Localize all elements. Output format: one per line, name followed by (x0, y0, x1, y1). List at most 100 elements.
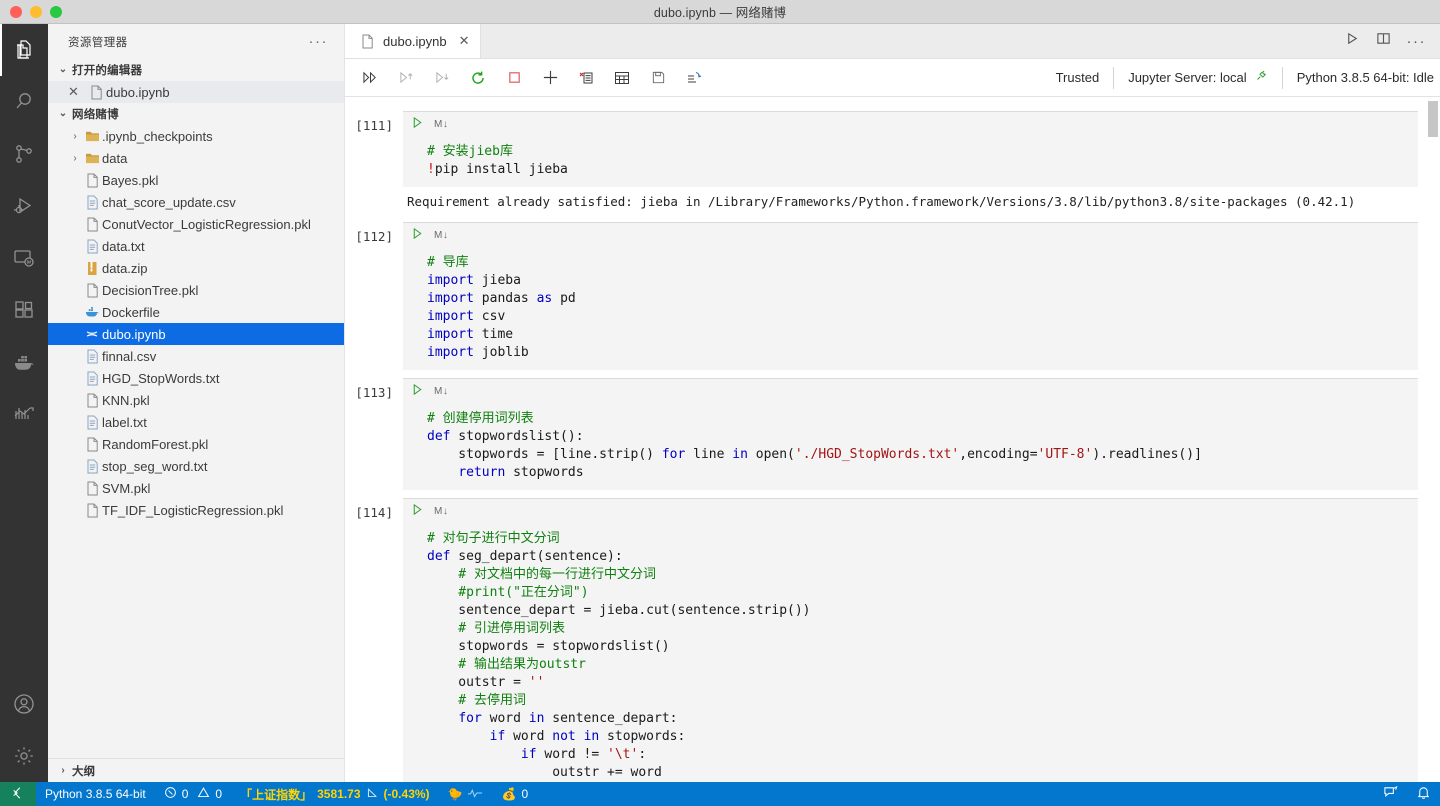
activity-item-run-debug[interactable] (0, 180, 48, 232)
sidebar-more-actions-icon[interactable]: ··· (309, 34, 337, 49)
tree-item[interactable]: RandomForest.pkl (48, 433, 344, 455)
clear-outputs-button[interactable] (575, 67, 597, 89)
tree-item[interactable]: KNN.pkl (48, 389, 344, 411)
zoom-window-button[interactable] (50, 6, 62, 18)
status-python-interpreter[interactable]: Python 3.8.5 64-bit (36, 782, 155, 806)
tree-item[interactable]: ›.ipynb_checkpoints (48, 125, 344, 147)
run-all-button[interactable] (359, 67, 381, 89)
tree-item[interactable]: SVM.pkl (48, 477, 344, 499)
open-editor-item[interactable]: ✕ dubo.ipynb (48, 81, 344, 103)
run-cell-button[interactable] (411, 116, 424, 134)
add-cell-button[interactable] (539, 67, 561, 89)
tree-item[interactable]: data.zip (48, 257, 344, 279)
activity-item-stocks[interactable] (0, 388, 48, 440)
tree-item[interactable]: ConutVector_LogisticRegression.pkl (48, 213, 344, 235)
tree-item[interactable]: chat_score_update.csv (48, 191, 344, 213)
run-debug-icon (12, 194, 36, 218)
close-icon[interactable]: ✕ (68, 84, 86, 100)
run-icon[interactable] (1345, 31, 1360, 51)
cell-code-editor[interactable]: # 对句子进行中文分词 def seg_depart(sentence): # … (403, 524, 1418, 782)
more-actions-icon[interactable]: ··· (1407, 34, 1427, 49)
tree-item[interactable]: data.txt (48, 235, 344, 257)
notebook-cell[interactable]: [114] M↓ # 对句子进行中文分词 def seg_depart(senten… (345, 498, 1440, 782)
tree-item[interactable]: DecisionTree.pkl (48, 279, 344, 301)
close-icon[interactable]: ✕ (459, 33, 470, 49)
bell-icon (1416, 785, 1431, 803)
variables-button[interactable] (611, 67, 633, 89)
cell-code-editor[interactable]: # 安装jieb库 !pip install jieba (403, 137, 1418, 187)
status-stock-ticker[interactable]: 「上证指数」 3581.73 (-0.43%) (231, 782, 438, 806)
split-editor-icon[interactable] (1376, 31, 1391, 51)
minimize-window-button[interactable] (30, 6, 42, 18)
save-notebook-button[interactable] (647, 67, 669, 89)
section-workspace-folder[interactable]: ⌄ 网络赌博 (48, 103, 344, 125)
activity-item-settings[interactable] (0, 730, 48, 782)
activity-bar (0, 24, 48, 782)
warning-triangle-icon (197, 786, 210, 802)
activity-item-docker[interactable] (0, 336, 48, 388)
window-title: dubo.ipynb — 网络赌博 (0, 2, 1440, 21)
run-cell-button[interactable] (411, 383, 424, 401)
notebook-scrollbar-thumb[interactable] (1428, 101, 1438, 137)
notebook-scrollbar[interactable] (1426, 97, 1440, 782)
cell-language-badge[interactable]: M↓ (434, 119, 448, 130)
jupyter-server-status[interactable]: Jupyter Server: local (1114, 67, 1283, 89)
cell-language-badge[interactable]: M↓ (434, 386, 448, 397)
remote-window-icon (11, 786, 25, 803)
section-outline[interactable]: › 大纲 (48, 758, 344, 782)
tree-item[interactable]: dubo.ipynb (48, 323, 344, 345)
interrupt-kernel-button[interactable] (503, 67, 525, 89)
cell-language-badge[interactable]: M↓ (434, 230, 448, 241)
status-money-counter[interactable]: 💰 0 (492, 782, 537, 806)
status-bar: Python 3.8.5 64-bit 0 0 「上证指数」 3581.73 (… (0, 782, 1440, 806)
status-notifications[interactable] (1407, 782, 1440, 806)
remote-window-indicator[interactable] (0, 782, 36, 806)
run-below-button[interactable] (431, 67, 453, 89)
tree-item[interactable]: Dockerfile (48, 301, 344, 323)
window-controls[interactable] (0, 6, 62, 18)
activity-item-source-control[interactable] (0, 128, 48, 180)
trusted-label: Trusted (1056, 70, 1100, 85)
section-open-editors[interactable]: ⌄ 打开的编辑器 (48, 59, 344, 81)
notebook-cell[interactable]: [112]M↓# 导库 import jieba import pandas a… (345, 222, 1440, 370)
cell-execution-count: [114] (345, 498, 403, 782)
run-cell-button[interactable] (411, 503, 424, 521)
chick-icon: 🐤 (448, 787, 463, 801)
status-feedback[interactable] (1374, 782, 1407, 806)
tree-item[interactable]: stop_seg_word.txt (48, 455, 344, 477)
run-cell-button[interactable] (411, 227, 424, 245)
cell-code-editor[interactable]: # 导库 import jieba import pandas as pd im… (403, 248, 1418, 370)
trusted-status[interactable]: Trusted (1042, 67, 1115, 89)
cell-code-editor[interactable]: # 创建停用词列表 def stopwordslist(): stopwords… (403, 404, 1418, 490)
tab-label: dubo.ipynb (383, 34, 447, 49)
tree-item[interactable]: finnal.csv (48, 345, 344, 367)
notebook-canvas[interactable]: [111]M↓# 安装jieb库 !pip install jiebaRequi… (345, 97, 1440, 782)
status-chick-widget[interactable]: 🐤 (439, 782, 493, 806)
status-problems[interactable]: 0 0 (155, 782, 231, 806)
export-notebook-button[interactable] (683, 67, 705, 89)
notebook-cell[interactable]: [111]M↓# 安装jieb库 !pip install jiebaRequi… (345, 111, 1440, 214)
chevron-right-icon[interactable]: › (68, 131, 82, 142)
tree-item[interactable]: label.txt (48, 411, 344, 433)
tree-item[interactable]: TF_IDF_LogisticRegression.pkl (48, 499, 344, 521)
restart-kernel-button[interactable] (467, 67, 489, 89)
tree-item[interactable]: Bayes.pkl (48, 169, 344, 191)
activity-item-extensions[interactable] (0, 284, 48, 336)
tree-item[interactable]: ›data (48, 147, 344, 169)
run-above-button[interactable] (395, 67, 417, 89)
text-file-icon (82, 371, 102, 386)
activity-item-remote-explorer[interactable] (0, 232, 48, 284)
tree-item-label: DecisionTree.pkl (102, 283, 198, 298)
chevron-right-icon[interactable]: › (68, 153, 82, 164)
cell-language-badge[interactable]: M↓ (434, 506, 448, 517)
activity-item-accounts[interactable] (0, 678, 48, 730)
tab-dubo-ipynb[interactable]: dubo.ipynb ✕ (345, 24, 481, 58)
activity-item-explorer[interactable] (0, 24, 48, 76)
notebook-cell[interactable]: [113]M↓# 创建停用词列表 def stopwordslist(): st… (345, 378, 1440, 490)
tree-item[interactable]: HGD_StopWords.txt (48, 367, 344, 389)
activity-item-search[interactable] (0, 76, 48, 128)
warning-count: 0 (215, 787, 222, 801)
close-window-button[interactable] (10, 6, 22, 18)
kernel-status[interactable]: Python 3.8.5 64-bit: Idle (1283, 67, 1440, 89)
search-icon (12, 90, 36, 114)
